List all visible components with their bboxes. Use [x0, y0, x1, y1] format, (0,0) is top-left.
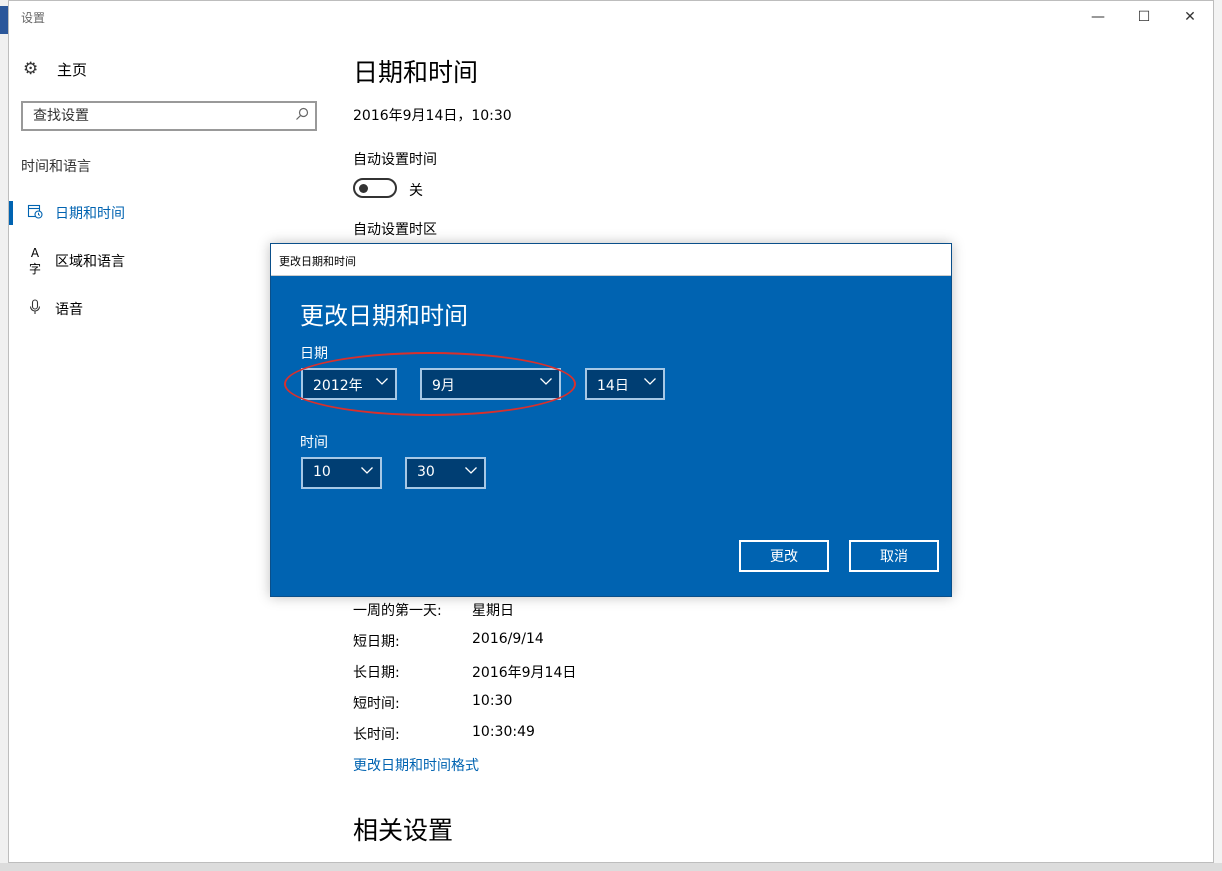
chevron-down-icon — [361, 467, 373, 474]
chevron-down-icon — [644, 378, 656, 385]
background-app-left — [0, 0, 8, 871]
background-app-tab — [0, 6, 8, 34]
format-key: 长日期: — [353, 665, 400, 681]
format-value: 10:30 — [472, 693, 513, 709]
sidebar-item-region-language[interactable]: A字 区域和语言 — [9, 241, 309, 281]
auto-time-toggle[interactable] — [353, 178, 397, 198]
minute-select[interactable]: 30 — [405, 457, 486, 489]
change-format-link[interactable]: 更改日期和时间格式 — [353, 755, 479, 775]
hour-value: 10 — [313, 464, 331, 480]
toggle-knob — [359, 184, 368, 193]
sidebar-home[interactable]: ⚙ 主页 — [23, 57, 87, 81]
hour-select[interactable]: 10 — [301, 457, 382, 489]
chevron-down-icon — [540, 378, 552, 385]
sidebar-item-speech[interactable]: 语音 — [9, 289, 309, 329]
format-value: 2016年9月14日 — [472, 665, 577, 681]
dialog-heading: 更改日期和时间 — [300, 302, 468, 330]
calendar-clock-icon — [25, 203, 45, 223]
chevron-down-icon — [376, 378, 388, 385]
format-key: 短时间: — [353, 696, 400, 712]
close-button[interactable]: ✕ — [1167, 1, 1213, 33]
change-datetime-dialog: 更改日期和时间 更改日期和时间 日期 2012年 9月 14日 时间 10 30… — [270, 243, 952, 597]
auto-timezone-label: 自动设置时区 — [353, 222, 437, 238]
title-bar: 设置 — ☐ ✕ — [9, 1, 1213, 33]
day-select[interactable]: 14日 — [585, 368, 665, 400]
date-label: 日期 — [300, 346, 328, 362]
sidebar-item-date-time[interactable]: 日期和时间 — [9, 193, 309, 233]
microphone-icon — [25, 299, 45, 319]
month-value: 9月 — [432, 378, 455, 394]
sidebar-item-label: 语音 — [55, 302, 83, 318]
cancel-button[interactable]: 取消 — [849, 540, 939, 572]
time-label: 时间 — [300, 435, 328, 451]
sidebar-item-label: 区域和语言 — [55, 254, 125, 270]
format-value: 10:30:49 — [472, 724, 535, 740]
dialog-window-title: 更改日期和时间 — [279, 255, 356, 268]
minimize-button[interactable]: — — [1075, 1, 1121, 33]
current-datetime: 2016年9月14日，10:30 — [353, 108, 512, 124]
year-value: 2012年 — [313, 378, 363, 394]
day-value: 14日 — [597, 378, 629, 394]
auto-time-state: 关 — [409, 183, 423, 199]
search-icon[interactable] — [295, 107, 309, 125]
page-title: 日期和时间 — [353, 58, 479, 87]
chevron-down-icon — [465, 467, 477, 474]
year-select[interactable]: 2012年 — [301, 368, 397, 400]
format-key: 一周的第一天: — [353, 603, 442, 619]
dialog-title-bar: 更改日期和时间 — [271, 244, 951, 276]
home-label: 主页 — [57, 60, 88, 79]
format-value: 2016/9/14 — [472, 631, 544, 647]
month-select[interactable]: 9月 — [420, 368, 561, 400]
sidebar-item-label: 日期和时间 — [55, 206, 125, 222]
language-icon: A字 — [28, 245, 41, 276]
maximize-button[interactable]: ☐ — [1121, 1, 1167, 33]
background-app-bottom — [0, 863, 1222, 871]
background-app-right — [1213, 0, 1222, 871]
format-value: 星期日 — [472, 603, 514, 619]
gear-icon: ⚙ — [23, 59, 39, 79]
search-box[interactable] — [21, 101, 317, 131]
active-indicator — [9, 201, 13, 225]
related-settings-heading: 相关设置 — [353, 816, 454, 845]
format-key: 短日期: — [353, 634, 400, 650]
format-key: 长时间: — [353, 727, 400, 743]
auto-time-label: 自动设置时间 — [353, 152, 437, 168]
section-label: 时间和语言 — [21, 159, 91, 175]
search-input[interactable] — [23, 103, 293, 129]
minute-value: 30 — [417, 464, 435, 480]
window-title: 设置 — [21, 11, 46, 25]
change-button[interactable]: 更改 — [739, 540, 829, 572]
